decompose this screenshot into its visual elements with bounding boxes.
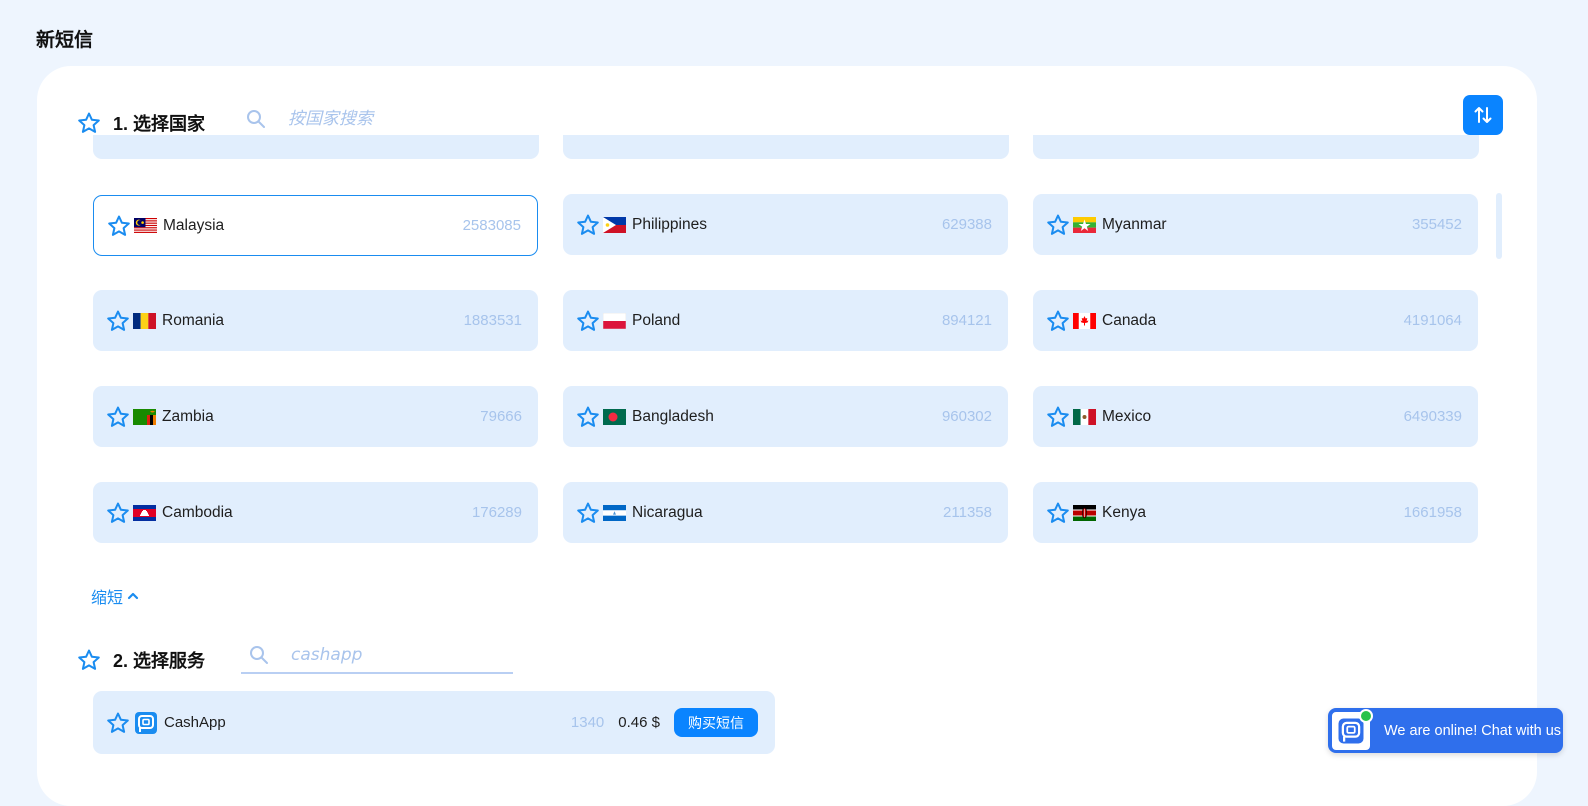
country-name: Bangladesh: [632, 407, 714, 425]
country-tile-cambodia[interactable]: Cambodia 176289: [93, 482, 538, 543]
country-count: 629388: [941, 216, 992, 233]
country-name: Cambodia: [162, 503, 233, 521]
cambodia-flag-icon: [133, 504, 156, 521]
service-count: 1340: [570, 714, 605, 731]
step2-title: 2. 选择服务: [113, 651, 206, 671]
sort-arrows-icon: [1474, 107, 1492, 123]
favorite-star-icon[interactable]: [106, 711, 130, 735]
country-count: 1883531: [463, 312, 522, 329]
country-name: Canada: [1102, 311, 1157, 329]
country-name: Philippines: [632, 215, 707, 233]
service-price: 0.46 $: [618, 714, 660, 731]
favorite-star-icon[interactable]: [1046, 213, 1070, 237]
country-name: Malaysia: [163, 216, 225, 234]
mexico-flag-icon: [1073, 408, 1096, 425]
country-name: Kenya: [1102, 503, 1146, 521]
country-tile-romania[interactable]: Romania 1883531: [93, 290, 538, 351]
favorite-star-icon[interactable]: [1046, 309, 1070, 333]
country-tile-partial[interactable]: [93, 135, 539, 159]
service-search-input[interactable]: [291, 645, 491, 665]
country-count: 1661958: [1403, 504, 1462, 521]
country-list-scrollbar[interactable]: [1496, 193, 1502, 259]
service-logo-icon: [135, 711, 157, 734]
country-name: Zambia: [162, 407, 214, 425]
country-count: 4191064: [1403, 312, 1462, 329]
country-search-input[interactable]: [288, 109, 488, 129]
bangladesh-flag-icon: [603, 408, 626, 425]
poland-flag-icon: [603, 312, 626, 329]
country-count: 355452: [1411, 216, 1462, 233]
search-icon: [247, 110, 265, 128]
country-tile-myanmar[interactable]: Myanmar 355452: [1033, 194, 1478, 255]
myanmar-flag-icon: [1073, 216, 1096, 233]
favorite-star-icon[interactable]: [106, 405, 130, 429]
page-title: 新短信: [36, 30, 94, 51]
favorite-star-icon[interactable]: [576, 213, 600, 237]
step1-header: 1. 选择国家: [77, 110, 205, 136]
country-count: 176289: [471, 504, 522, 521]
service-tile-cashapp[interactable]: CashApp 1340 0.46 $ 购买短信: [93, 691, 775, 754]
kenya-flag-icon: [1073, 504, 1096, 521]
favorite-star-icon[interactable]: [576, 501, 600, 525]
country-name: Myanmar: [1102, 215, 1167, 233]
country-name: Poland: [632, 311, 681, 329]
favorite-star-icon[interactable]: [107, 214, 131, 238]
chevron-up-icon: [127, 592, 139, 600]
country-tile-zambia[interactable]: Zambia 79666: [93, 386, 538, 447]
online-status-dot: [1359, 708, 1373, 723]
country-count: 6490339: [1403, 408, 1462, 425]
country-tile-mexico[interactable]: Mexico 6490339: [1033, 386, 1478, 447]
romania-flag-icon: [133, 312, 156, 329]
favorite-star-icon[interactable]: [576, 405, 600, 429]
country-count: 960302: [941, 408, 992, 425]
favorite-star-icon[interactable]: [576, 309, 600, 333]
country-tile-nicaragua[interactable]: Nicaragua 211358: [563, 482, 1008, 543]
service-name: CashApp: [164, 714, 226, 731]
country-tile-canada[interactable]: Canada 4191064: [1033, 290, 1478, 351]
country-count: 2583085: [462, 217, 521, 234]
step2-header: 2. 选择服务: [77, 647, 205, 673]
chat-widget[interactable]: We are online! Chat with us: [1328, 708, 1563, 753]
favorite-star-icon[interactable]: [1046, 501, 1070, 525]
country-count: 211358: [943, 504, 992, 521]
country-name: Romania: [162, 311, 225, 329]
country-tile-partial[interactable]: [563, 135, 1009, 159]
search-icon: [250, 646, 268, 664]
buy-sms-button[interactable]: 购买短信: [674, 708, 758, 737]
country-search: [238, 102, 510, 137]
chat-label: We are online! Chat with us: [1384, 722, 1562, 739]
country-name: Nicaragua: [632, 503, 703, 521]
favorite-star-icon[interactable]: [77, 648, 101, 672]
favorite-star-icon[interactable]: [106, 309, 130, 333]
country-count: 894121: [941, 312, 992, 329]
country-tile-poland[interactable]: Poland 894121: [563, 290, 1008, 351]
collapse-toggle[interactable]: 缩短: [91, 584, 139, 608]
step1-title: 1. 选择国家: [113, 114, 206, 134]
country-tile-philippines[interactable]: Philippines 629388: [563, 194, 1008, 255]
chat-logo-icon: [1330, 708, 1373, 752]
country-count: 79666: [480, 408, 522, 425]
favorite-star-icon[interactable]: [77, 111, 101, 135]
collapse-label: 缩短: [91, 590, 124, 607]
nicaragua-flag-icon: [603, 504, 626, 521]
country-tile-partial[interactable]: [1033, 135, 1479, 159]
country-tile-kenya[interactable]: Kenya 1661958: [1033, 482, 1478, 543]
country-tile-bangladesh[interactable]: Bangladesh 960302: [563, 386, 1008, 447]
country-tile-malaysia[interactable]: Malaysia 2583085: [93, 195, 538, 256]
malaysia-flag-icon: [134, 217, 157, 234]
zambia-flag-icon: [133, 408, 156, 425]
sort-button[interactable]: [1463, 95, 1503, 135]
favorite-star-icon[interactable]: [106, 501, 130, 525]
canada-flag-icon: [1073, 312, 1096, 329]
service-search: [241, 638, 513, 674]
favorite-star-icon[interactable]: [1046, 405, 1070, 429]
philippines-flag-icon: [603, 216, 626, 233]
country-name: Mexico: [1102, 407, 1152, 425]
